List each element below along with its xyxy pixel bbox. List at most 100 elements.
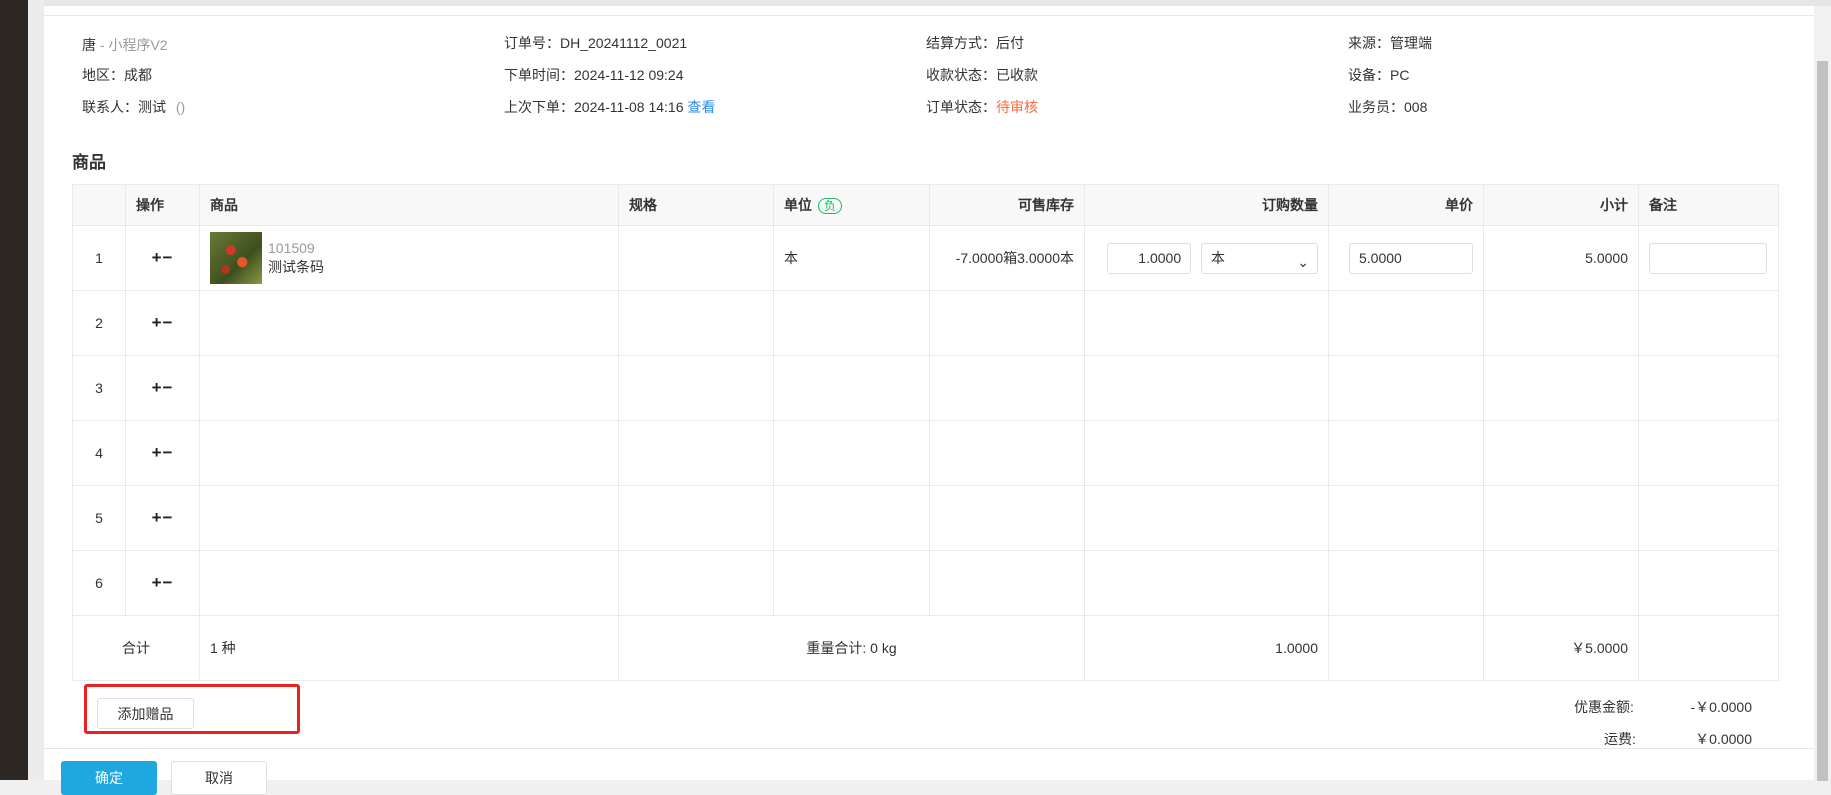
- qty-unit-select[interactable]: 本 ⌄: [1201, 242, 1318, 274]
- row-subtotal: 5.0000: [1483, 225, 1639, 291]
- product-cell: 101509 测试条码: [210, 232, 608, 284]
- salesman-label: 业务员：: [1348, 99, 1404, 115]
- empty-cell: [199, 420, 619, 486]
- empty-cell: [1328, 485, 1484, 551]
- empty-cell: [618, 355, 774, 421]
- empty-cell: [929, 485, 1085, 551]
- total-amount: ￥5.0000: [1483, 615, 1639, 681]
- table-row: 6 +−: [72, 550, 1779, 616]
- add-remove-icon[interactable]: +−: [152, 248, 174, 267]
- empty-cell: [929, 290, 1085, 356]
- last-order-label: 上次下单：: [504, 99, 574, 115]
- remark-input[interactable]: [1649, 242, 1767, 274]
- empty-cell: [618, 550, 774, 616]
- col-product: 商品: [199, 184, 619, 226]
- row-spec: [618, 225, 774, 291]
- device: 设备：PC: [1348, 65, 1409, 85]
- salesman: 业务员：008: [1348, 97, 1427, 117]
- row-op: +−: [125, 355, 200, 421]
- product-code: 101509: [268, 240, 315, 256]
- col-unit-label: 单位: [784, 197, 812, 213]
- table-row: 2 +−: [72, 290, 1779, 356]
- contact: 联系人：测试 (): [82, 97, 185, 117]
- view-last-order-link[interactable]: 查看: [687, 99, 715, 115]
- empty-cell: [1084, 550, 1329, 616]
- customer-name-text: 唐: [82, 37, 96, 53]
- empty-cell: [929, 355, 1085, 421]
- top-bar: [44, 0, 1831, 6]
- empty-cell: [1084, 485, 1329, 551]
- table-header-row: 操作 商品 规格 单位 负 可售库存 订购数量 单价 小计 备注: [72, 184, 1779, 226]
- confirm-button[interactable]: 确定: [61, 761, 157, 795]
- row-index: 6: [72, 550, 126, 616]
- order-panel: 唐 - 小程序V2 地区：成都 联系人：测试 () 订单号：DH_2024111…: [44, 0, 1831, 795]
- row-op: +−: [125, 550, 200, 616]
- empty-cell: [929, 420, 1085, 486]
- empty-cell: [199, 290, 619, 356]
- table-row: 5 +−: [72, 485, 1779, 551]
- discount-label: 优惠金额:: [1574, 699, 1634, 715]
- contact-label: 联系人：: [82, 99, 138, 115]
- empty-cell: [1328, 355, 1484, 421]
- empty-cell: [1638, 355, 1779, 421]
- table-row: 1 +− 101509 测试条码 本 -7.0000箱3.0000本 1.000…: [72, 225, 1779, 291]
- device-value: PC: [1390, 67, 1410, 83]
- qty-unit-value: 本: [1211, 249, 1225, 266]
- empty-cell: [1638, 290, 1779, 356]
- add-remove-icon[interactable]: +−: [152, 378, 174, 397]
- order-status-value: 待审核: [996, 99, 1038, 115]
- col-price: 单价: [1328, 184, 1484, 226]
- empty-cell: [773, 355, 930, 421]
- add-remove-icon[interactable]: +−: [152, 313, 174, 332]
- empty-cell: [1638, 615, 1779, 681]
- region-label: 地区：: [82, 67, 124, 83]
- empty-cell: [1328, 290, 1484, 356]
- scrollbar-track[interactable]: [1814, 6, 1831, 781]
- col-op: 操作: [125, 184, 200, 226]
- add-remove-icon[interactable]: +−: [152, 508, 174, 527]
- col-index: [72, 184, 126, 226]
- cancel-button[interactable]: 取消: [171, 761, 267, 795]
- customer-name: 唐 - 小程序V2: [82, 35, 168, 55]
- add-remove-icon[interactable]: +−: [152, 573, 174, 592]
- row-op: +−: [125, 485, 200, 551]
- col-qty: 订购数量: [1084, 184, 1329, 226]
- device-label: 设备：: [1348, 67, 1390, 83]
- empty-cell: [1483, 355, 1639, 421]
- payment-status: 收款状态：已收款: [926, 65, 1038, 85]
- row-op: +−: [125, 290, 200, 356]
- order-time: 下单时间：2024-11-12 09:24: [504, 65, 684, 85]
- order-info: 唐 - 小程序V2 地区：成都 联系人：测试 () 订单号：DH_2024111…: [82, 31, 1782, 131]
- scrollbar-thumb[interactable]: [1817, 61, 1828, 781]
- price-input[interactable]: 5.0000: [1349, 242, 1473, 274]
- chevron-down-icon: ⌄: [1297, 253, 1309, 270]
- row-unit: 本: [773, 225, 930, 291]
- contact-phone: (): [175, 99, 186, 115]
- empty-cell: [618, 485, 774, 551]
- order-no-label: 订单号：: [504, 35, 560, 51]
- row-product: 101509 测试条码: [199, 225, 619, 291]
- highlight-box: [84, 684, 300, 734]
- row-index: 4: [72, 420, 126, 486]
- total-qty: 1.0000: [1084, 615, 1329, 681]
- empty-cell: [1328, 420, 1484, 486]
- empty-cell: [773, 290, 930, 356]
- empty-cell: [773, 420, 930, 486]
- empty-cell: [1483, 420, 1639, 486]
- source-label: 来源：: [1348, 35, 1390, 51]
- empty-cell: [1638, 420, 1779, 486]
- empty-cell: [1483, 485, 1639, 551]
- empty-cell: [618, 290, 774, 356]
- row-index: 3: [72, 355, 126, 421]
- bottom-divider: [44, 748, 1814, 749]
- total-kinds: 1 种: [199, 615, 619, 681]
- row-remark: [1638, 225, 1779, 291]
- total-label: 合计: [72, 615, 200, 681]
- qty-input[interactable]: 1.0000: [1107, 242, 1192, 274]
- order-status: 订单状态：待审核: [926, 97, 1038, 117]
- freight-label: 运费:: [1604, 731, 1636, 747]
- settle-method: 结算方式：后付: [926, 33, 1024, 53]
- add-remove-icon[interactable]: +−: [152, 443, 174, 462]
- col-stock: 可售库存: [929, 184, 1085, 226]
- empty-cell: [199, 550, 619, 616]
